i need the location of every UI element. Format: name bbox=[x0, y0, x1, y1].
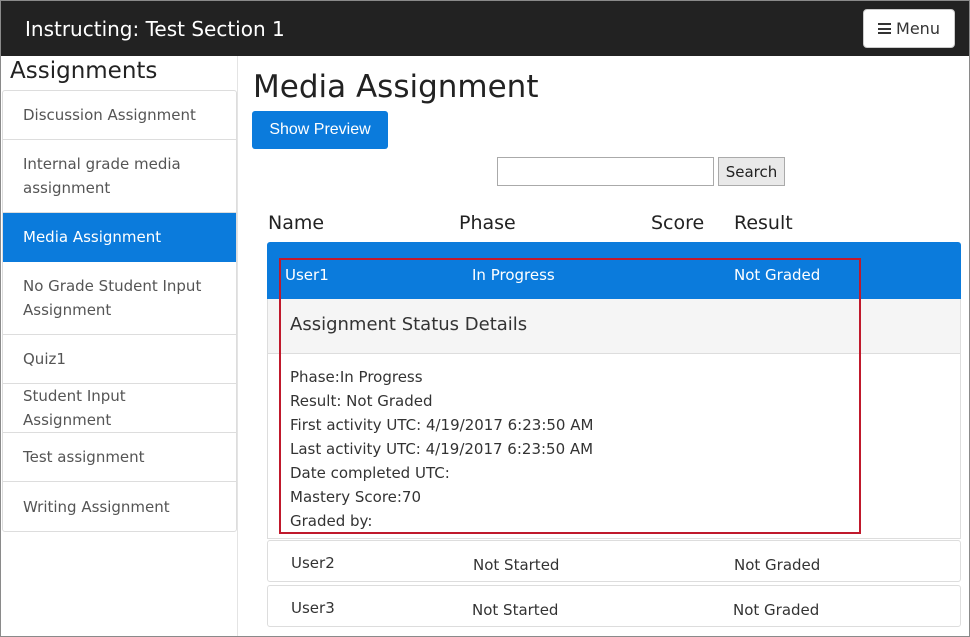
column-header-name: Name bbox=[268, 212, 325, 234]
sidebar-divider bbox=[237, 56, 238, 636]
detail-graded-by: Graded by: bbox=[290, 512, 373, 530]
sidebar-heading: Assignments bbox=[10, 58, 158, 84]
sidebar-item-label: Writing Assignment bbox=[23, 497, 170, 516]
column-header-result: Result bbox=[734, 212, 793, 234]
menu-button-label: Menu bbox=[896, 19, 940, 38]
sidebar-item-test-assignment[interactable]: Test assignment bbox=[3, 433, 236, 482]
column-header-phase: Phase bbox=[459, 212, 516, 234]
details-body: Phase:In Progress Result: Not Graded Fir… bbox=[290, 365, 593, 533]
row-result: Not Graded bbox=[733, 601, 820, 619]
row-name: User1 bbox=[285, 266, 329, 284]
row-phase: In Progress bbox=[472, 266, 555, 284]
assignment-status-details-panel: Assignment Status Details Phase:In Progr… bbox=[267, 299, 961, 539]
detail-last-activity: Last activity UTC: 4/19/2017 6:23:50 AM bbox=[290, 440, 594, 458]
search-button[interactable]: Search bbox=[718, 157, 785, 186]
details-title: Assignment Status Details bbox=[290, 314, 528, 335]
sidebar-item-label: Test assignment bbox=[23, 448, 145, 466]
sidebar-item-no-grade-student-input-assignment[interactable]: No Grade Student Input Assignment bbox=[3, 262, 236, 335]
menu-button[interactable]: Menu bbox=[863, 9, 955, 48]
table-row-selected[interactable]: User1 In Progress Not Graded bbox=[267, 242, 961, 299]
sidebar-item-label: Student Input Assignment bbox=[23, 387, 126, 429]
sidebar-item-student-input-assignment[interactable]: Student Input Assignment bbox=[3, 384, 236, 433]
detail-date-completed: Date completed UTC: bbox=[290, 464, 450, 482]
row-phase: Not Started bbox=[472, 601, 559, 619]
show-preview-button[interactable]: Show Preview bbox=[252, 111, 388, 149]
table-row[interactable]: User2 Not Started Not Graded bbox=[267, 540, 961, 582]
detail-phase: Phase:In Progress bbox=[290, 368, 423, 386]
row-name: User2 bbox=[291, 554, 335, 572]
sidebar-item-discussion-assignment[interactable]: Discussion Assignment bbox=[3, 91, 236, 140]
search-input[interactable] bbox=[497, 157, 714, 186]
sidebar-item-label: Quiz1 bbox=[23, 350, 66, 368]
page-title: Media Assignment bbox=[253, 69, 539, 105]
detail-mastery-score: Mastery Score:70 bbox=[290, 488, 422, 506]
sidebar-item-label: Media Assignment bbox=[23, 228, 162, 246]
sidebar-item-label: Discussion Assignment bbox=[23, 106, 196, 124]
row-phase: Not Started bbox=[473, 556, 560, 574]
course-title: Instructing: Test Section 1 bbox=[25, 17, 285, 41]
row-result: Not Graded bbox=[734, 556, 821, 574]
sidebar-item-media-assignment[interactable]: Media Assignment bbox=[3, 213, 236, 262]
row-name: User3 bbox=[291, 599, 335, 617]
column-header-score: Score bbox=[651, 212, 705, 234]
sidebar-item-internal-grade-media-assignment[interactable]: Internal grade media assignment bbox=[3, 140, 236, 213]
sidebar-item-label: Internal grade media assignment bbox=[23, 155, 181, 197]
app-window: Instructing: Test Section 1 Menu Assignm… bbox=[0, 0, 970, 637]
sidebar-item-quiz1[interactable]: Quiz1 bbox=[3, 335, 236, 384]
sidebar-item-writing-assignment[interactable]: Writing Assignment bbox=[3, 482, 236, 531]
detail-result: Result: Not Graded bbox=[290, 392, 433, 410]
hamburger-icon bbox=[878, 23, 892, 34]
assignment-list: Discussion Assignment Internal grade med… bbox=[2, 90, 237, 532]
details-header: Assignment Status Details bbox=[268, 299, 960, 354]
table-row[interactable]: User3 Not Started Not Graded bbox=[267, 585, 961, 627]
row-result: Not Graded bbox=[734, 266, 821, 284]
sidebar-item-label: No Grade Student Input Assignment bbox=[23, 277, 202, 319]
top-navbar: Instructing: Test Section 1 Menu bbox=[1, 1, 969, 56]
detail-first-activity: First activity UTC: 4/19/2017 6:23:50 AM bbox=[290, 416, 594, 434]
